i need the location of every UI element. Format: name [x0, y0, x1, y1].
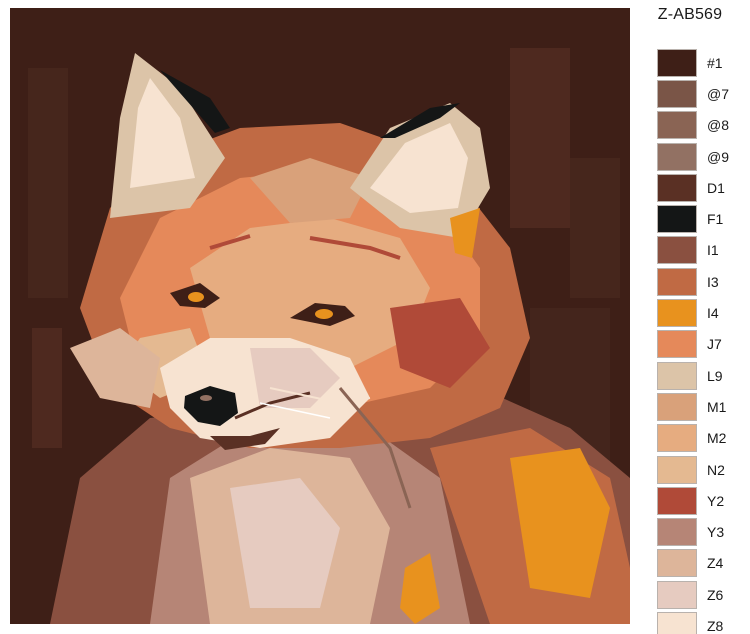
- color-swatch: [657, 173, 697, 202]
- color-swatch: [657, 142, 697, 171]
- color-swatch: [657, 424, 697, 453]
- color-code-label: F1: [707, 211, 724, 228]
- color-swatch: [657, 205, 697, 234]
- color-swatch: [657, 611, 697, 634]
- color-swatch: [657, 330, 697, 359]
- color-code-label: J7: [707, 336, 722, 353]
- legend-item: Z6: [657, 579, 747, 610]
- legend-item: @8: [657, 110, 747, 141]
- color-swatch: [657, 236, 697, 265]
- color-swatch: [657, 455, 697, 484]
- legend-item: I1: [657, 235, 747, 266]
- color-swatch: [657, 111, 697, 140]
- paint-by-numbers-sheet: Z-AB569 #1 @7 @8 @9 D1 F1 I1 I3 I4 J7 L9 M1 M2 N2 Y2 Y3…: [0, 0, 750, 634]
- color-code-label: N2: [707, 461, 725, 478]
- legend-item: L9: [657, 360, 747, 391]
- color-code-label: Y3: [707, 524, 725, 541]
- color-code-label: Z6: [707, 586, 724, 603]
- color-code-label: L9: [707, 367, 723, 384]
- color-swatch: [657, 392, 697, 421]
- color-code-label: #1: [707, 54, 723, 71]
- color-code-label: M1: [707, 398, 727, 415]
- legend-item: @7: [657, 78, 747, 109]
- legend-item: Y3: [657, 516, 747, 547]
- legend-item: D1: [657, 172, 747, 203]
- color-swatch: [657, 486, 697, 515]
- color-code-label: Z4: [707, 555, 724, 572]
- color-swatch: [657, 549, 697, 578]
- color-swatch: [657, 361, 697, 390]
- color-swatch: [657, 48, 697, 77]
- legend-item: J7: [657, 329, 747, 360]
- legend-item: @9: [657, 141, 747, 172]
- color-code-label: Z8: [707, 617, 724, 634]
- color-legend: #1 @7 @8 @9 D1 F1 I1 I3 I4 J7 L9 M1 M2 N2 Y2 Y3 Z4 Z6 Z8: [657, 47, 747, 634]
- color-code-label: D1: [707, 179, 725, 196]
- color-swatch: [657, 299, 697, 328]
- color-code-label: Y2: [707, 492, 725, 509]
- legend-item: #1: [657, 47, 747, 78]
- color-swatch: [657, 580, 697, 609]
- legend-item: F1: [657, 203, 747, 234]
- color-code-label: I4: [707, 305, 719, 322]
- legend-item: M2: [657, 423, 747, 454]
- fox-portrait-artwork: [10, 8, 630, 624]
- legend-item: M1: [657, 391, 747, 422]
- color-code-label: @8: [707, 117, 729, 134]
- color-swatch: [657, 518, 697, 547]
- color-code-label: I1: [707, 242, 719, 259]
- color-code-label: M2: [707, 430, 727, 447]
- color-code-label: @7: [707, 85, 729, 102]
- legend-item: N2: [657, 454, 747, 485]
- color-code-label: @9: [707, 148, 729, 165]
- legend-item: I3: [657, 266, 747, 297]
- legend-item: Z4: [657, 548, 747, 579]
- color-swatch: [657, 79, 697, 108]
- legend-item: Y2: [657, 485, 747, 516]
- legend-item: I4: [657, 297, 747, 328]
- product-code: Z-AB569: [657, 6, 723, 23]
- color-code-label: I3: [707, 273, 719, 290]
- legend-item: Z8: [657, 610, 747, 634]
- color-swatch: [657, 267, 697, 296]
